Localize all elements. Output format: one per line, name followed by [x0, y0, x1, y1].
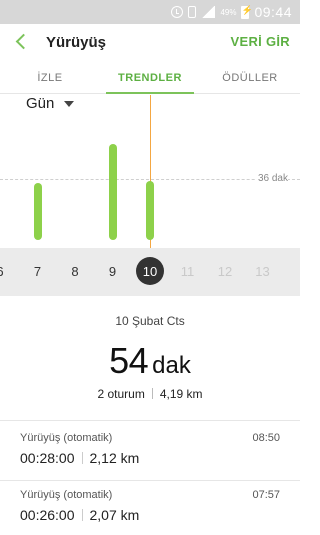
summary-date: 10 Şubat Cts — [115, 314, 185, 328]
separator — [151, 388, 153, 399]
day-item[interactable]: 6 — [0, 248, 15, 296]
enter-data-button[interactable]: VERİ GİR — [231, 34, 290, 49]
day-item[interactable]: 9 — [98, 248, 128, 296]
duration-value: 54 — [109, 340, 149, 381]
day-item[interactable]: 7 — [23, 248, 53, 296]
day-label: 8 — [71, 264, 79, 279]
chart-bar[interactable] — [108, 143, 117, 240]
summary-duration: 54 dak — [0, 340, 300, 382]
day-item-selected[interactable]: 10 — [135, 248, 165, 296]
separator — [81, 509, 83, 521]
entry-name: Yürüyüş (otomatik) — [20, 489, 113, 501]
activity-entry[interactable]: Yürüyüş (otomatik) 07:57 00:26:00 2,07 km — [0, 481, 300, 535]
status-icons: 49% 09:44 — [171, 3, 292, 21]
session-count: 2 oturum — [97, 387, 145, 401]
activity-entry[interactable]: Yürüyüş (otomatik) 08:50 00:28:00 2,12 km — [0, 424, 300, 480]
target-label: 36 dak — [254, 173, 288, 184]
day-label: 6 — [0, 264, 4, 279]
summary-distance: 4,19 km — [159, 387, 203, 401]
tab-track[interactable]: İZLE — [0, 64, 100, 93]
entry-distance: 2,12 km — [89, 450, 140, 466]
vibrate-icon — [188, 6, 197, 18]
page-title: Yürüyüş — [46, 34, 107, 51]
separator — [81, 452, 83, 464]
entry-name: Yürüyüş (otomatik) — [20, 432, 113, 444]
day-selector[interactable]: 6 7 8 9 10 11 12 13 — [0, 248, 300, 296]
battery-percent: 49% — [220, 7, 237, 17]
clock: 09:44 — [254, 4, 292, 20]
trend-chart[interactable]: 36 dak Gün — [0, 95, 300, 248]
tab-bar: İZLE TRENDLER ÖDÜLLER — [0, 64, 300, 94]
entry-time: 08:50 — [252, 432, 280, 444]
entry-values: 00:26:00 2,07 km — [20, 507, 139, 523]
day-label: 7 — [33, 264, 42, 279]
day-label: 11 — [180, 264, 195, 279]
entry-duration: 00:26:00 — [20, 507, 75, 523]
day-label: 13 — [255, 264, 270, 279]
duration-unit: dak — [152, 352, 191, 379]
chart-bar[interactable] — [33, 182, 42, 240]
divider — [0, 420, 300, 421]
alarm-icon — [171, 6, 184, 18]
entry-values: 00:28:00 2,12 km — [20, 450, 139, 466]
signal-icon — [201, 6, 216, 18]
day-label: 10 — [142, 264, 158, 279]
entry-duration: 00:28:00 — [20, 450, 75, 466]
day-item[interactable]: 8 — [60, 248, 90, 296]
back-arrow-icon[interactable] — [12, 30, 32, 54]
entry-time: 07:57 — [252, 489, 280, 501]
day-item[interactable]: 12 — [210, 248, 240, 296]
day-label: 12 — [217, 264, 233, 279]
entry-distance: 2,07 km — [89, 507, 140, 523]
dropdown-caret-icon — [64, 100, 75, 107]
day-label: 9 — [108, 264, 117, 279]
period-selected-label: Gün — [26, 95, 55, 112]
period-dropdown[interactable]: Gün — [26, 95, 75, 112]
status-bar: 49% 09:44 — [0, 0, 300, 24]
battery-charging-icon — [241, 5, 253, 19]
tab-trends[interactable]: TRENDLER — [100, 64, 200, 94]
day-item[interactable]: 11 — [173, 248, 203, 296]
app-header: Yürüyüş VERİ GİR — [0, 24, 300, 64]
tab-rewards[interactable]: ÖDÜLLER — [200, 64, 300, 93]
chart-bar[interactable] — [146, 181, 154, 240]
summary-details: 2 oturum 4,19 km — [0, 387, 300, 401]
day-item[interactable]: 13 — [248, 248, 278, 296]
